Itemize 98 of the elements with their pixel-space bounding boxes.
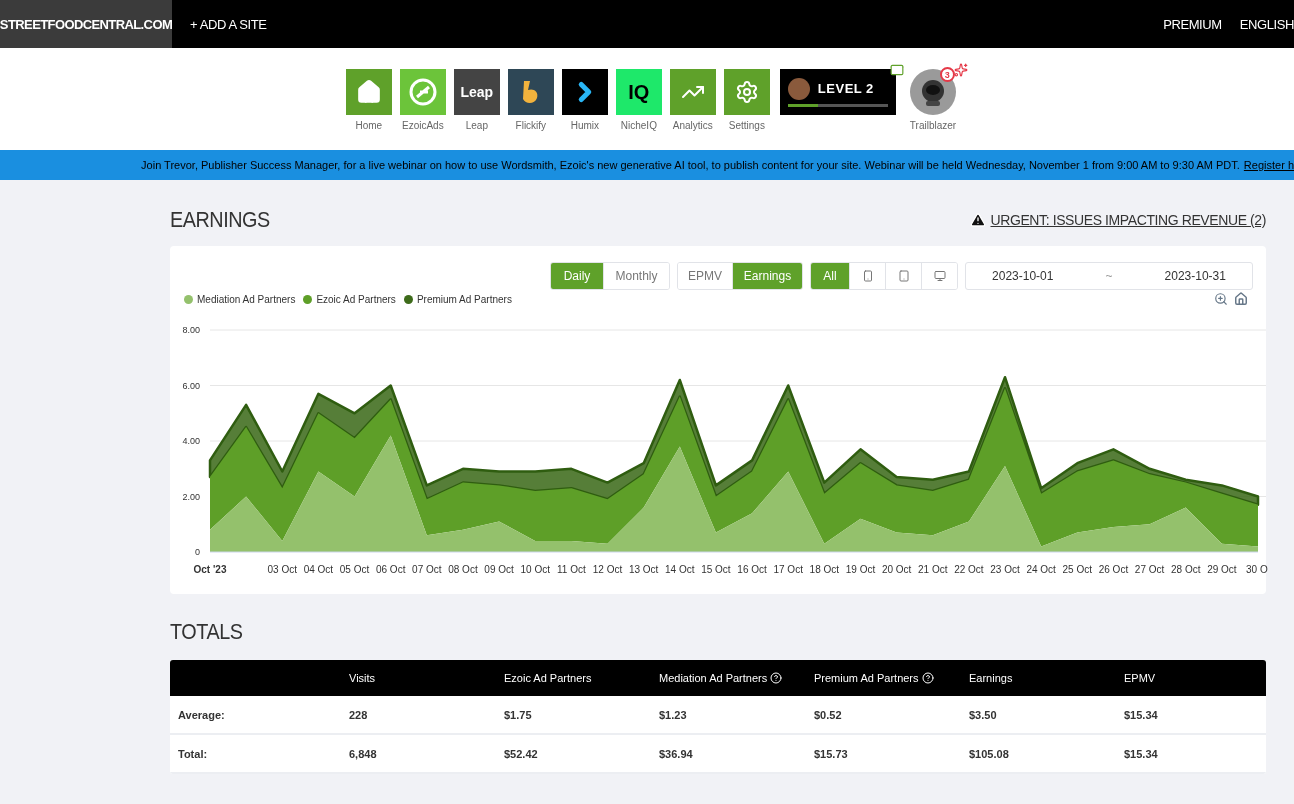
section-title: TOTALS <box>170 619 243 645</box>
x-axis-label: 14 Oct <box>665 564 695 575</box>
phone-icon <box>861 270 874 282</box>
urgent-issues-link[interactable]: URGENT: ISSUES IMPACTING REVENUE (2) <box>969 212 1266 228</box>
column-header: Mediation Ad Partners <box>651 672 806 684</box>
table-cell-text: $0.52 <box>813 708 843 721</box>
help-icon[interactable] <box>921 672 934 684</box>
home-icon[interactable] <box>1234 292 1248 306</box>
x-axis-label: 08 Oct <box>448 564 478 575</box>
x-axis-label: 29 Oct <box>1207 564 1237 575</box>
y-axis-label: 8.00 <box>182 325 200 335</box>
x-axis-label: 25 Oct <box>1062 564 1093 575</box>
row-label: Total: <box>177 747 209 760</box>
x-axis-label: 03 Oct <box>267 564 297 575</box>
app-label[interactable]: Flickify <box>515 120 547 131</box>
app-label[interactable]: Analytics <box>672 120 713 131</box>
x-axis-label: 05 Oct <box>339 564 370 575</box>
x-axis-label: 04 Oct <box>303 564 334 575</box>
y-axis-label: 0 <box>195 547 200 557</box>
chart-icon[interactable] <box>669 69 716 115</box>
app-label[interactable]: Settings <box>728 120 765 131</box>
tablet-icon <box>897 270 910 282</box>
column-header: Premium Ad Partners <box>806 672 961 684</box>
x-axis-label: 16 Oct <box>737 564 767 575</box>
x-axis-label: 12 Oct <box>592 564 623 575</box>
x-axis-label: 20 Oct <box>881 564 912 575</box>
column-header: Earnings <box>968 672 1014 684</box>
x-axis-label: 28 Oct <box>1171 564 1201 575</box>
table-cell-text: $52.42 <box>503 747 539 760</box>
column-header: Visits <box>348 672 377 684</box>
app-label[interactable]: Humix <box>570 120 599 131</box>
x-axis-label: 24 Oct <box>1026 564 1056 575</box>
y-axis-label: 2.00 <box>182 491 200 502</box>
mail-icon[interactable] <box>889 63 904 77</box>
table-cell-text: $1.75 <box>503 708 533 721</box>
legend-item[interactable]: Mediation Ad Partners <box>184 293 296 305</box>
x-axis-label: Oct '23 <box>193 564 227 575</box>
sparkle-icon <box>953 63 968 77</box>
desktop-tab[interactable] <box>921 263 957 289</box>
x-axis-label: 26 Oct <box>1098 564 1129 575</box>
table-cell-text: $1.23 <box>658 708 688 721</box>
x-axis-label: 07 Oct <box>412 564 442 575</box>
table-cell-text: $3.50 <box>968 708 998 721</box>
home-icon[interactable] <box>345 69 392 115</box>
section-title: EARNINGS <box>170 207 270 233</box>
add-site-link[interactable]: + ADD A SITE <box>172 0 267 48</box>
top-nav-link[interactable]: ENGLISH <box>1239 16 1294 32</box>
x-axis-label: 17 Oct <box>773 564 803 575</box>
x-axis-label: 09 Oct <box>484 564 514 575</box>
avatar <box>787 77 810 100</box>
x-axis-label: 30 O <box>1246 564 1268 575</box>
help-icon[interactable] <box>770 672 783 684</box>
table-cell-text: $36.94 <box>658 747 694 760</box>
legend-item[interactable]: Ezoic Ad Partners <box>303 293 396 305</box>
x-axis-label: 19 Oct <box>845 564 876 575</box>
table-cell-text: 228 <box>348 708 369 721</box>
x-axis-label: 15 Oct <box>701 564 731 575</box>
register-link[interactable]: Register h <box>1243 159 1294 171</box>
column-header: EPMV <box>1123 672 1157 684</box>
x-axis-label: 22 Oct <box>954 564 984 575</box>
warning-icon <box>969 212 986 228</box>
x-axis-label: 21 Oct <box>918 564 948 575</box>
x-axis-label: 18 Oct <box>809 564 840 575</box>
app-label[interactable]: Leap <box>465 120 488 131</box>
y-axis-label: 6.00 <box>182 380 200 391</box>
x-axis-label: 27 Oct <box>1134 564 1165 575</box>
site-name[interactable]: STREETFOODCENTRAL.COM <box>0 0 172 48</box>
iq-tile[interactable]: IQ <box>615 69 662 115</box>
x-axis-label: 13 Oct <box>628 564 659 575</box>
date-range-field[interactable]: 2023-10-01 ~ 2023-10-31 <box>965 262 1253 290</box>
table-cell-text: $105.08 <box>968 747 1010 760</box>
legend-item[interactable]: Premium Ad Partners <box>403 293 512 305</box>
leap-tile[interactable]: Leap <box>453 69 500 115</box>
row-label: Average: <box>177 708 226 721</box>
table-cell-text: $15.34 <box>1123 708 1159 721</box>
x-axis-label: 11 Oct <box>557 564 586 575</box>
app-label[interactable]: Trailblazer <box>909 120 957 131</box>
table-cell-text: $15.73 <box>813 747 849 760</box>
level-label: LEVEL 2 <box>817 81 874 96</box>
column-header: Ezoic Ad Partners <box>503 672 593 684</box>
top-nav-link[interactable]: PREMIUM <box>1163 16 1222 32</box>
table-cell-text: 6,848 <box>348 747 378 760</box>
y-axis-label: 4.00 <box>182 436 200 446</box>
x-axis-label: 10 Oct <box>520 564 550 575</box>
app-label[interactable]: EzoicAds <box>402 120 444 131</box>
x-axis-label: 06 Oct <box>375 564 406 575</box>
app-label[interactable]: Home <box>355 120 383 131</box>
chevron-icon[interactable] <box>561 69 608 115</box>
banner-text: Join Trevor, Publisher Success Manager, for a live webinar on how to use Wordsmith, Ezoic's new generative AI tool, to publish content for your site. Webinar will be held Wednesday, November 1 from 9:00 AM to 9:30 AM PDT. <box>141 159 1240 171</box>
table-cell-text: $15.34 <box>1123 747 1159 760</box>
x-axis-label: 23 Oct <box>990 564 1020 575</box>
astronaut-helmet-icon[interactable] <box>910 69 956 115</box>
settings-icon[interactable] <box>723 69 770 115</box>
period-tab[interactable]: Monthly <box>603 263 669 289</box>
monitor-icon <box>933 270 946 282</box>
zoom-icon[interactable] <box>1214 292 1228 306</box>
level-card[interactable]: LEVEL 2 <box>779 69 896 115</box>
app-label[interactable]: NicheIQ <box>620 120 657 131</box>
